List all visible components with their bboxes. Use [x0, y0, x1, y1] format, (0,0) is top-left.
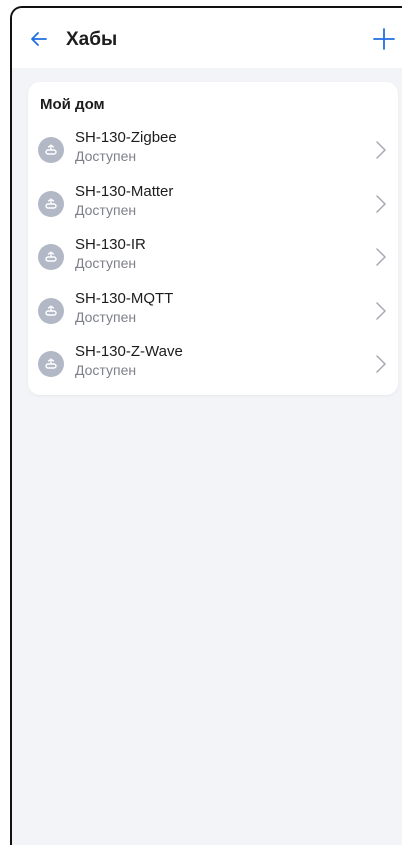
hub-group-card: Мой дом SH-130-Zigbee Доступен SH-130-Ma…: [28, 82, 398, 395]
hub-status: Доступен: [75, 202, 137, 218]
hub-list-item[interactable]: SH-130-MQTT Доступен: [28, 289, 398, 339]
hub-name: SH-130-Zigbee: [75, 129, 177, 146]
group-title: Мой дом: [40, 96, 105, 113]
plus-icon: [373, 28, 395, 50]
hub-name: SH-130-MQTT: [75, 290, 174, 307]
hub-icon: [38, 137, 64, 163]
back-button[interactable]: [26, 26, 52, 52]
hub-list-item[interactable]: SH-130-Matter Доступен: [28, 182, 398, 232]
hub-icon: [38, 351, 64, 377]
hub-status: Доступен: [75, 362, 137, 378]
hub-name: SH-130-Z-Wave: [75, 343, 183, 360]
hub-list-item[interactable]: SH-130-Zigbee Доступен: [28, 128, 398, 178]
hub-icon: [38, 191, 64, 217]
chevron-right-icon: [376, 141, 386, 159]
page-title: Хабы: [66, 29, 118, 50]
arrow-left-icon: [31, 32, 47, 46]
chevron-right-icon: [376, 355, 386, 373]
chevron-right-icon: [376, 248, 386, 266]
hub-list-item[interactable]: SH-130-IR Доступен: [28, 235, 398, 285]
chevron-right-icon: [376, 302, 386, 320]
hub-name: SH-130-Matter: [75, 183, 174, 200]
top-bar: Хабы: [12, 8, 402, 68]
chevron-right-icon: [376, 195, 386, 213]
hub-icon: [38, 244, 64, 270]
add-hub-button[interactable]: [370, 25, 398, 53]
hub-status: Доступен: [75, 255, 137, 271]
hub-status: Доступен: [75, 309, 137, 325]
hub-list-item[interactable]: SH-130-Z-Wave Доступен: [28, 342, 398, 392]
hub-status: Доступен: [75, 148, 137, 164]
app-screen: Хабы Мой дом SH-130-Zigbee Доступен SH-1…: [10, 6, 402, 845]
hub-name: SH-130-IR: [75, 236, 146, 253]
hub-icon: [38, 298, 64, 324]
